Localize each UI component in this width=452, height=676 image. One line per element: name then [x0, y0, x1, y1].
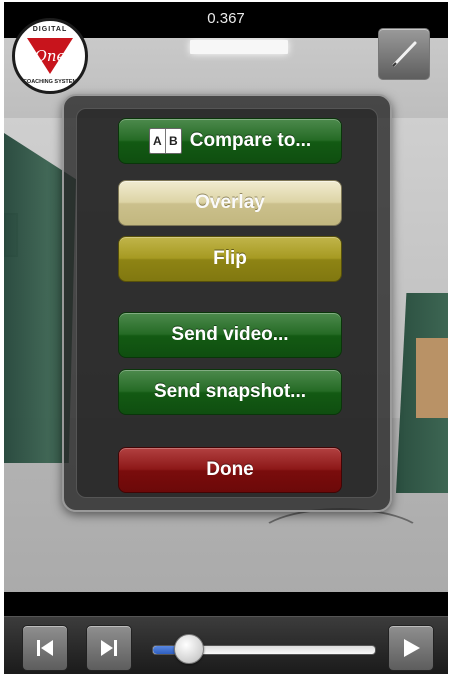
ab-icon-a: A	[152, 134, 162, 148]
skip-forward-icon	[101, 640, 117, 656]
send-snapshot-button-label: Send snapshot...	[153, 381, 307, 402]
ab-compare-icon: A B	[148, 128, 182, 154]
next-frame-button[interactable]	[86, 625, 132, 671]
cardboard-box	[416, 338, 448, 418]
previous-button[interactable]	[22, 625, 68, 671]
play-button[interactable]	[388, 625, 434, 671]
flip-button[interactable]: Flip	[118, 236, 342, 282]
ab-icon-b: B	[164, 129, 181, 153]
bottom-spacer	[4, 592, 448, 616]
app-screen: 0.367 DIGITAL One COACHING SYSTEM A B Co…	[4, 2, 448, 674]
action-menu-inner	[76, 108, 378, 498]
app-logo: DIGITAL One COACHING SYSTEM	[12, 18, 88, 94]
send-snapshot-button[interactable]: Send snapshot...	[118, 369, 342, 415]
skip-back-icon	[37, 640, 53, 656]
compare-button[interactable]: A B Compare to...	[118, 118, 342, 164]
play-icon	[404, 639, 420, 657]
overlay-button-label: Overlay	[195, 192, 265, 213]
playback-controls	[4, 616, 448, 674]
pencil-icon	[392, 41, 417, 67]
done-button[interactable]: Done	[118, 447, 342, 493]
compare-button-label: Compare to...	[189, 130, 312, 151]
send-video-button[interactable]: Send video...	[118, 312, 342, 358]
send-video-button-label: Send video...	[171, 324, 289, 345]
logo-bottom-text: COACHING SYSTEM	[22, 79, 78, 85]
playback-slider-thumb[interactable]	[173, 634, 204, 664]
done-button-label: Done	[206, 459, 254, 480]
overlay-button[interactable]: Overlay	[118, 180, 342, 226]
edit-button[interactable]	[378, 28, 430, 80]
flip-button-label: Flip	[213, 248, 247, 269]
ceiling-light	[190, 40, 288, 54]
floor-cable	[254, 508, 428, 572]
logo-top-text: DIGITAL	[32, 26, 68, 33]
logo-center-text: One	[34, 47, 66, 65]
